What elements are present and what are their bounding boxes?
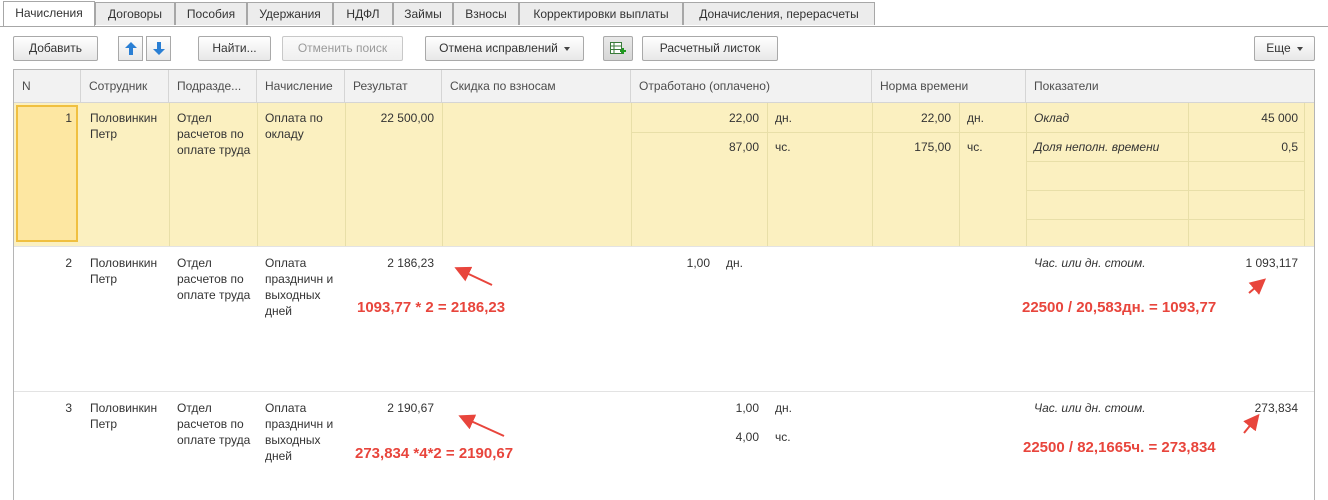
cancel-corrections-dropdown[interactable]: Отмена исправлений: [425, 36, 584, 61]
chevron-down-icon: [563, 46, 570, 51]
column-header-discount[interactable]: Скидка по взносам: [442, 70, 631, 102]
worked-days: 1,00: [735, 401, 759, 415]
department-cell: Отдел расчетов по оплате труда: [177, 111, 251, 157]
table-header: N Сотрудник Подразде... Начисление Резул…: [14, 70, 1314, 103]
accrual-cell: Оплата по окладу: [265, 111, 323, 141]
worked-hours-unit: чс.: [775, 430, 791, 444]
worked-hours: 4,00: [735, 430, 759, 444]
more-dropdown[interactable]: Еще: [1254, 36, 1315, 61]
table-row[interactable]: 1 Половинкин Петр Отдел расчетов по опла…: [14, 103, 1314, 246]
annotation-row3-rate: 22500 / 82,1665ч. = 273,834: [1023, 439, 1216, 456]
tab-payment-corrections[interactable]: Корректировки выплаты: [519, 2, 683, 25]
indicator-name: Час. или дн. стоим.: [1034, 401, 1146, 415]
accruals-table: N Сотрудник Подразде... Начисление Резул…: [13, 69, 1315, 500]
annotation-row2-result: 1093,77 * 2 = 2186,23: [357, 299, 506, 316]
norm-hours-unit: чс.: [967, 140, 983, 154]
worked-hours: 87,00: [728, 140, 759, 154]
worked-days-unit: дн.: [775, 111, 792, 125]
more-label: Еще: [1266, 41, 1291, 55]
worked-days: 1,00: [686, 256, 710, 270]
accrual-cell: Оплата праздничн и выходных дней: [265, 256, 334, 318]
tab-ndfl[interactable]: НДФЛ: [333, 2, 393, 25]
worked-days: 22,00: [728, 111, 759, 125]
cancel-corrections-label: Отмена исправлений: [439, 41, 558, 55]
indicator-name: Час. или дн. стоим.: [1034, 256, 1146, 270]
indicator-name: Оклад: [1034, 111, 1070, 125]
tab-deductions[interactable]: Удержания: [247, 2, 333, 25]
norm-hours: 175,00: [914, 140, 951, 154]
column-header-indicators[interactable]: Показатели: [1026, 70, 1314, 102]
row-number: 1: [65, 111, 72, 125]
arrow-up-icon: [125, 42, 137, 55]
tab-bar: Начисления Договоры Пособия Удержания НД…: [0, 0, 1328, 27]
result-cell: 22 500,00: [380, 111, 434, 125]
tab-contributions[interactable]: Взносы: [453, 2, 519, 25]
payslip-button[interactable]: Расчетный листок: [642, 36, 778, 61]
norm-days-unit: дн.: [967, 111, 984, 125]
column-header-worked[interactable]: Отработано (оплачено): [631, 70, 872, 102]
find-button[interactable]: Найти...: [198, 36, 271, 61]
accrual-cell: Оплата праздничн и выходных дней: [265, 401, 334, 463]
tab-contracts[interactable]: Договоры: [95, 2, 175, 25]
norm-days: 22,00: [920, 111, 951, 125]
column-header-n[interactable]: N: [14, 70, 81, 102]
result-cell: 2 186,23: [387, 256, 434, 270]
chevron-down-icon: [1296, 46, 1303, 51]
table-row[interactable]: 2 Половинкин Петр Отдел расчетов по опла…: [14, 247, 1314, 391]
column-header-department[interactable]: Подразде...: [169, 70, 257, 102]
indicator-value: 1 093,117: [1245, 256, 1299, 270]
row-number: 2: [65, 256, 72, 270]
column-header-employee[interactable]: Сотрудник: [81, 70, 169, 102]
employee-cell: Половинкин Петр: [90, 401, 158, 431]
indicator-name: Доля неполн. времени: [1034, 140, 1160, 154]
tab-accruals[interactable]: Начисления: [3, 1, 95, 26]
tab-loans[interactable]: Займы: [393, 2, 453, 25]
add-column-button[interactable]: [603, 36, 633, 61]
cancel-search-button[interactable]: Отменить поиск: [282, 36, 403, 61]
tab-recalculations[interactable]: Доначисления, перерасчеты: [683, 2, 875, 25]
employee-cell: Половинкин Петр: [90, 256, 158, 286]
column-header-norm[interactable]: Норма времени: [872, 70, 1026, 102]
row-number: 3: [65, 401, 72, 415]
arrow-down-icon: [153, 42, 165, 55]
move-up-button[interactable]: [118, 36, 143, 61]
annotation-row3-result: 273,834 *4*2 = 2190,67: [355, 445, 514, 462]
worked-hours-unit: чс.: [775, 140, 791, 154]
move-down-button[interactable]: [146, 36, 171, 61]
result-cell: 2 190,67: [387, 401, 434, 415]
worked-days-unit: дн.: [775, 401, 792, 415]
indicator-value: 0,5: [1281, 140, 1298, 154]
department-cell: Отдел расчетов по оплате труда: [177, 256, 251, 302]
table-add-icon: [610, 42, 626, 54]
indicator-value: 45 000: [1261, 111, 1298, 125]
add-button[interactable]: Добавить: [13, 36, 98, 61]
indicator-value: 273,834: [1254, 401, 1298, 415]
annotation-row2-rate: 22500 / 20,583дн. = 1093,77: [1022, 299, 1217, 316]
department-cell: Отдел расчетов по оплате труда: [177, 401, 251, 447]
column-header-accrual[interactable]: Начисление: [257, 70, 345, 102]
worked-days-unit: дн.: [726, 256, 743, 270]
tab-benefits[interactable]: Пособия: [175, 2, 247, 25]
employee-cell: Половинкин Петр: [90, 111, 158, 141]
column-header-result[interactable]: Результат: [345, 70, 442, 102]
